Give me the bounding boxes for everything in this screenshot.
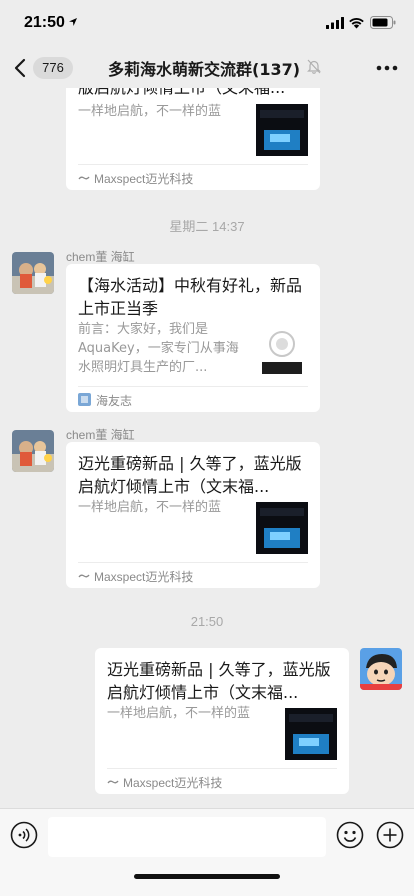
- link-card-source: Maxspect迈光科技: [123, 776, 223, 790]
- battery-icon: [370, 16, 396, 29]
- link-card-thumbnail: [285, 708, 337, 760]
- chevron-left-icon: [14, 58, 26, 78]
- link-card[interactable]: 迈光重磅新品 | 久等了，蓝光版启航灯倾情上市（文末福... 一样地启航，不一样…: [66, 442, 320, 588]
- emoji-icon: [336, 821, 364, 849]
- chat-header: 776 多莉海水萌新交流群(137): [0, 48, 414, 88]
- link-card-thumbnail: [256, 322, 308, 374]
- link-card-description: 一样地启航，不一样的蓝: [78, 104, 222, 119]
- more-options-button[interactable]: [374, 56, 400, 80]
- link-card-description: 一样地启航，不一样的蓝: [107, 706, 251, 721]
- sender-name: chem董 海缸: [66, 428, 135, 442]
- chat-title: 多莉海水萌新交流群(137): [108, 60, 301, 79]
- plus-icon: [376, 821, 404, 849]
- emoji-button[interactable]: [336, 821, 364, 853]
- avatar[interactable]: [12, 252, 54, 294]
- voice-icon: [10, 821, 38, 849]
- card-divider: [78, 562, 308, 563]
- link-card-description: 前言：大家好，我们是AquaKey，一家专门从事海水照明灯具生产的厂...: [78, 322, 239, 375]
- status-time: 21:50: [24, 14, 65, 31]
- link-card[interactable]: 迈光重磅新品 | 久等了，蓝光版启航灯倾情上市（文末福... 一样地启航，不一样…: [95, 648, 349, 794]
- link-card-title: 【海水活动】中秋有好礼，新品上市正当季: [78, 276, 303, 318]
- card-divider: [78, 386, 308, 387]
- link-card-title: 版启航灯倾情上市（文末福...: [78, 88, 308, 102]
- official-account-icon: [78, 393, 91, 406]
- link-card-source: Maxspect迈光科技: [94, 172, 194, 186]
- timestamp: 21:50: [190, 614, 224, 629]
- link-card-title: 迈光重磅新品 | 久等了，蓝光版启航灯倾情上市（文末福...: [78, 454, 302, 496]
- cellular-signal-icon: [326, 17, 344, 29]
- status-bar: 21:50: [0, 0, 414, 48]
- link-card[interactable]: 【海水活动】中秋有好礼，新品上市正当季 前言：大家好，我们是AquaKey，一家…: [66, 264, 320, 412]
- card-divider: [107, 768, 337, 769]
- link-card[interactable]: 版启航灯倾情上市（文末福... 一样地启航，不一样的蓝 Maxspect迈光科技: [66, 88, 320, 190]
- link-card-thumbnail: [256, 104, 308, 156]
- timestamp: 星期二 14:37: [169, 219, 245, 234]
- voice-input-button[interactable]: [10, 821, 38, 853]
- back-button[interactable]: 776: [10, 54, 76, 82]
- message-list[interactable]: 版启航灯倾情上市（文末福... 一样地启航，不一样的蓝 Maxspect迈光科技…: [0, 88, 414, 808]
- link-card-title: 迈光重磅新品 | 久等了，蓝光版启航灯倾情上市（文末福...: [107, 660, 331, 702]
- my-avatar[interactable]: [360, 648, 402, 690]
- mini-program-icon: [107, 780, 119, 784]
- wifi-icon: [349, 18, 364, 29]
- mini-program-icon: [78, 176, 90, 180]
- avatar[interactable]: [12, 430, 54, 472]
- more-actions-button[interactable]: [376, 821, 404, 853]
- ellipsis-icon: [376, 65, 398, 71]
- unread-count-badge: 776: [33, 57, 73, 79]
- home-indicator[interactable]: [134, 874, 280, 879]
- link-card-source: Maxspect迈光科技: [94, 570, 194, 584]
- mute-bell-icon: [307, 59, 321, 74]
- card-divider: [78, 164, 308, 165]
- sender-name: chem董 海缸: [66, 250, 135, 264]
- link-card-source: 海友志: [96, 394, 133, 408]
- mini-program-icon: [78, 574, 90, 578]
- link-card-description: 一样地启航，不一样的蓝: [78, 500, 222, 515]
- message-input[interactable]: [48, 817, 326, 857]
- location-arrow-icon: [69, 18, 77, 26]
- input-bar: [0, 808, 414, 896]
- link-card-thumbnail: [256, 502, 308, 554]
